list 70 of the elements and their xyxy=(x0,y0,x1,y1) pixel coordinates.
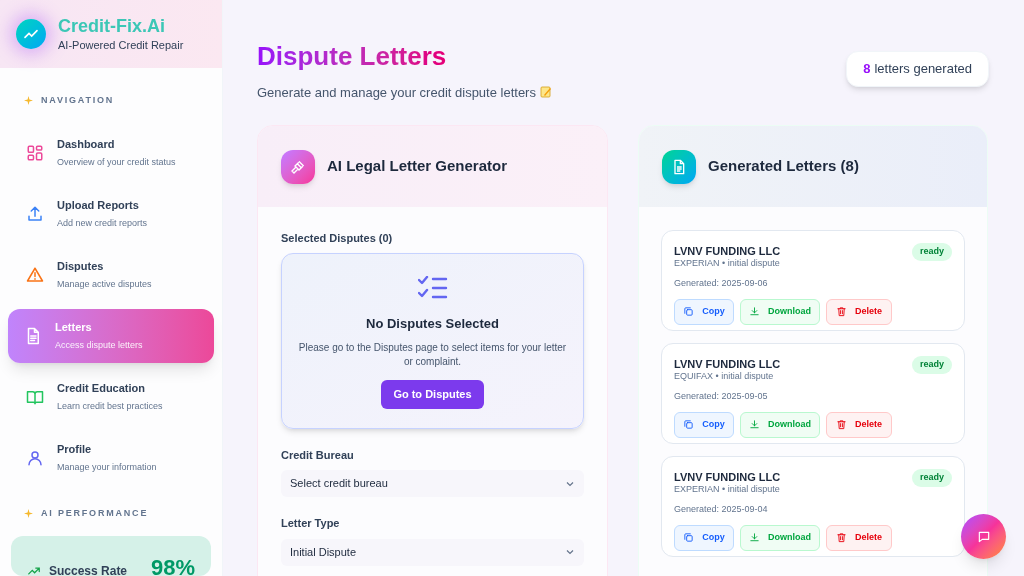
chat-button[interactable] xyxy=(961,514,1006,559)
copy-button[interactable]: Copy xyxy=(674,298,734,325)
delete-button[interactable]: Delete xyxy=(826,524,892,551)
trash-icon xyxy=(836,532,847,543)
brand-tagline: AI-Powered Credit Repair xyxy=(58,38,184,53)
download-button[interactable]: Download xyxy=(740,411,820,438)
success-rate-value: 98% xyxy=(150,554,195,576)
section-heading: NAVIGATION xyxy=(41,94,115,107)
sparkle-icon xyxy=(24,508,33,518)
nav-item[interactable]: Credit Education Learn credit best practices xyxy=(8,369,214,424)
copy-icon xyxy=(683,306,695,317)
creditor-name: LVNV FUNDING LLC xyxy=(674,357,781,372)
empty-state-title: No Disputes Selected xyxy=(366,314,499,333)
letter-details: EXPERIAN • initial dispute xyxy=(674,482,781,496)
delete-button[interactable]: Delete xyxy=(826,411,892,438)
count-label: letters generated xyxy=(874,60,972,79)
nav-item[interactable]: Upload Reports Add new credit reports xyxy=(8,186,214,241)
generated-date: Generated: 2025-09-06 xyxy=(674,277,769,290)
nav-item[interactable]: Letters Access dispute letters xyxy=(8,308,214,363)
select-field[interactable]: Select credit bureau xyxy=(281,470,584,497)
section-heading: AI PERFORMANCE xyxy=(41,506,149,520)
copy-icon xyxy=(683,532,695,543)
download-icon xyxy=(749,532,760,543)
download-icon xyxy=(749,419,760,430)
letter-details: EQUIFAX • initial dispute xyxy=(674,369,775,383)
nav-item[interactable]: Dashboard Overview of your credit status xyxy=(8,125,214,180)
person-icon xyxy=(26,448,44,467)
count-value: 8 xyxy=(863,60,871,79)
download-icon xyxy=(749,306,760,317)
brand-name: Credit-Fix.Ai xyxy=(58,14,166,37)
generated-date: Generated: 2025-09-05 xyxy=(674,390,769,403)
chat-icon xyxy=(976,529,991,544)
nav-item[interactable]: Profile Manage your information xyxy=(8,430,214,485)
card-title: Generated Letters (8) xyxy=(708,156,859,177)
upload-icon xyxy=(26,204,44,223)
go-to-disputes-button[interactable]: Go to Disputes xyxy=(381,380,484,409)
checklist-icon xyxy=(417,275,448,300)
empty-state-text: Please go to the Disputes page to select items for your letter or complaint. xyxy=(297,341,568,369)
trash-icon xyxy=(836,419,847,430)
status-badge: ready xyxy=(911,356,952,374)
warning-icon xyxy=(26,265,44,284)
creditor-name: LVNV FUNDING LLC xyxy=(674,470,781,485)
trash-icon xyxy=(836,306,847,317)
page-subtitle: Generate and manage your credit dispute letters xyxy=(257,83,536,102)
field-label: Selected Disputes (0) xyxy=(281,231,394,246)
field-label: Credit Bureau xyxy=(281,447,355,463)
trend-icon xyxy=(27,564,41,576)
memo-icon xyxy=(539,86,552,99)
gavel-icon xyxy=(281,149,315,184)
select-field[interactable]: Initial Dispute xyxy=(281,538,584,566)
card-title: AI Legal Letter Generator xyxy=(327,156,508,177)
copy-button[interactable]: Copy xyxy=(674,411,734,438)
status-badge: ready xyxy=(911,243,952,261)
letter-details: EXPERIAN • initial dispute xyxy=(674,256,781,270)
chevron-down-icon xyxy=(565,547,575,557)
creditor-name: LVNV FUNDING LLC xyxy=(674,244,781,259)
nav-item[interactable]: Disputes Manage active disputes xyxy=(8,247,214,302)
status-badge: ready xyxy=(911,469,952,487)
download-button[interactable]: Download xyxy=(740,524,820,551)
download-button[interactable]: Download xyxy=(740,298,820,325)
field-label: Letter Type xyxy=(281,516,341,531)
copy-button[interactable]: Copy xyxy=(674,524,734,551)
dashboard-icon xyxy=(26,143,44,162)
document-icon xyxy=(662,149,696,184)
trend-logo-icon xyxy=(16,19,46,49)
copy-icon xyxy=(683,419,695,430)
sparkle-icon xyxy=(24,96,33,106)
generated-date: Generated: 2025-09-04 xyxy=(674,503,769,516)
delete-button[interactable]: Delete xyxy=(826,298,892,325)
success-rate-label: Success Rate xyxy=(49,563,128,576)
